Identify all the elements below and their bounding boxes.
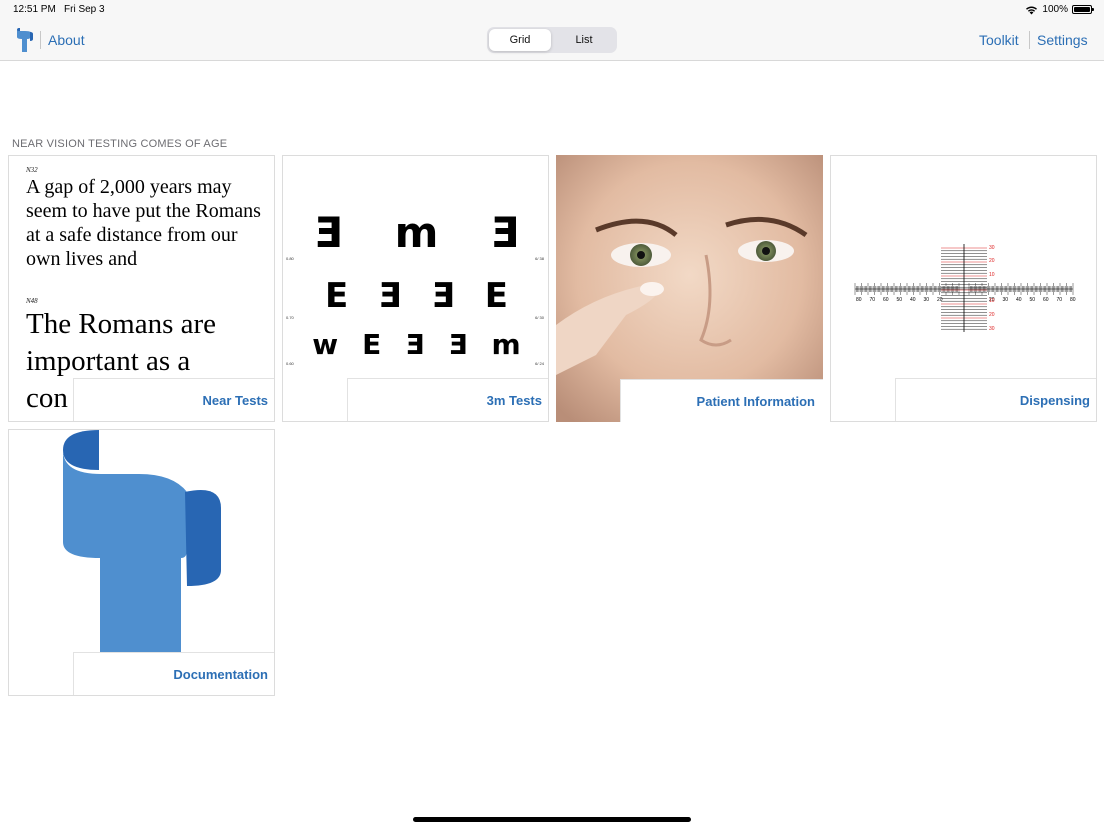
ruler-tick-label: 20 [989, 312, 995, 318]
tile-label-box: 3m Tests [347, 378, 548, 421]
optotype: Ǝ [378, 276, 402, 316]
sample-text-small: A gap of 2,000 years may seem to have pu… [26, 176, 261, 270]
about-link[interactable]: About [48, 32, 85, 48]
chart-row: Ǝ m Ǝ [283, 208, 548, 257]
tile-label: Dispensing [1019, 393, 1090, 408]
ruler-tick-label: 10 [989, 272, 995, 278]
optotype: m [491, 328, 521, 361]
optotype: m [394, 208, 439, 257]
ruler-tick-label: 30 [1003, 297, 1009, 303]
ruler-tick-label: 50 [897, 297, 903, 303]
ruler-tick-label: 70 [1057, 297, 1063, 303]
view-mode-segmented-control[interactable]: Grid List [487, 27, 617, 53]
ruler-tick-label: 30 [924, 297, 930, 303]
tile-documentation[interactable]: Documentation [8, 429, 275, 696]
tile-label: Near Tests [202, 393, 268, 408]
optotype: Ǝ [490, 208, 520, 257]
row-acuity-label: 0.70 [286, 315, 294, 320]
optotype: w [312, 328, 339, 361]
navigation-bar: About Grid List Toolkit Settings [0, 20, 1104, 61]
tile-label: Documentation [173, 667, 268, 682]
tile-label-box: Near Tests [73, 378, 274, 421]
optotype: Ǝ [448, 328, 468, 361]
home-indicator [413, 817, 691, 822]
tile-patient-information[interactable]: Patient Information [556, 155, 823, 422]
pd-ruler-preview: 80 70 60 50 40 30 20 20 30 40 50 60 70 80302010102030 [854, 244, 1076, 332]
ruler-tick-label: 80 [1070, 297, 1076, 303]
segment-list[interactable]: List [553, 29, 615, 51]
print-size-label: N32 [26, 166, 38, 174]
segment-grid[interactable]: Grid [489, 29, 551, 51]
tile-near-tests[interactable]: N32 A gap of 2,000 years may seem to hav… [8, 155, 275, 422]
ruler-tick-label: 20 [989, 258, 995, 264]
status-bar: 12:51 PM Fri Sep 3 100% [0, 0, 1104, 20]
status-time: 12:51 PM [13, 4, 56, 15]
ruler-tick-label: 30 [989, 245, 995, 251]
ruler-tick-label: 60 [1043, 297, 1049, 303]
sample-text-line: The Romans are [26, 308, 217, 340]
optotype: Ǝ [431, 276, 455, 316]
optotype: E [362, 328, 382, 361]
optotype: E [325, 276, 349, 316]
ruler-tick-label: 80 [856, 297, 862, 303]
row-acuity-label: 6/ 24 [535, 361, 544, 366]
chart-row: w E Ǝ Ǝ m [283, 328, 548, 361]
tile-dispensing[interactable]: 80 70 60 50 40 30 20 20 30 40 50 60 70 80 30 20 10 10 20 30… [830, 155, 1097, 422]
chart-row: E Ǝ Ǝ E [283, 276, 548, 316]
row-acuity-label: 0.60 [286, 361, 294, 366]
battery-percent: 100% [1042, 4, 1068, 15]
ruler-tick-label: 10 [989, 298, 995, 304]
ruler-tick-label: 20 [937, 297, 943, 303]
sample-text-line: important as a [26, 345, 191, 377]
row-acuity-label: 6/ 38 [535, 256, 544, 261]
battery-icon [1072, 5, 1094, 14]
optotype: E [484, 276, 508, 316]
tile-label-box: Dispensing [895, 378, 1096, 421]
ruler-tick-label: 40 [1016, 297, 1022, 303]
optotype: Ǝ [313, 208, 343, 257]
section-header: NEAR VISION TESTING COMES OF AGE [12, 138, 228, 150]
print-size-label: N48 [26, 297, 38, 305]
ruler-tick-label: 40 [910, 297, 916, 303]
optotype: Ǝ [405, 328, 425, 361]
status-date: Fri Sep 3 [64, 4, 105, 15]
settings-link[interactable]: Settings [1037, 32, 1088, 48]
status-indicators: 100% [1025, 4, 1094, 15]
wifi-icon [1026, 6, 1038, 14]
ruler-tick-label: 60 [883, 297, 889, 303]
tile-label: 3m Tests [486, 393, 542, 408]
row-acuity-label: 0.80 [286, 256, 294, 261]
ruler-tick-label: 30 [989, 326, 995, 332]
ruler-tick-label: 70 [870, 297, 876, 303]
app-logo-icon[interactable] [15, 27, 35, 53]
tile-label: Patient Information [696, 394, 815, 409]
toolkit-link[interactable]: Toolkit [979, 32, 1019, 48]
nav-divider [40, 31, 41, 49]
tile-label-box: Documentation [73, 652, 274, 695]
tile-3m-tests[interactable]: Ǝ m Ǝ E Ǝ Ǝ E w E Ǝ Ǝ m 0.80 0.70 0.60 6… [282, 155, 549, 422]
ruler-tick-label: 50 [1030, 297, 1036, 303]
tile-label-box: Patient Information [620, 379, 823, 422]
row-acuity-label: 6/ 30 [535, 315, 544, 320]
nav-divider [1029, 31, 1030, 49]
